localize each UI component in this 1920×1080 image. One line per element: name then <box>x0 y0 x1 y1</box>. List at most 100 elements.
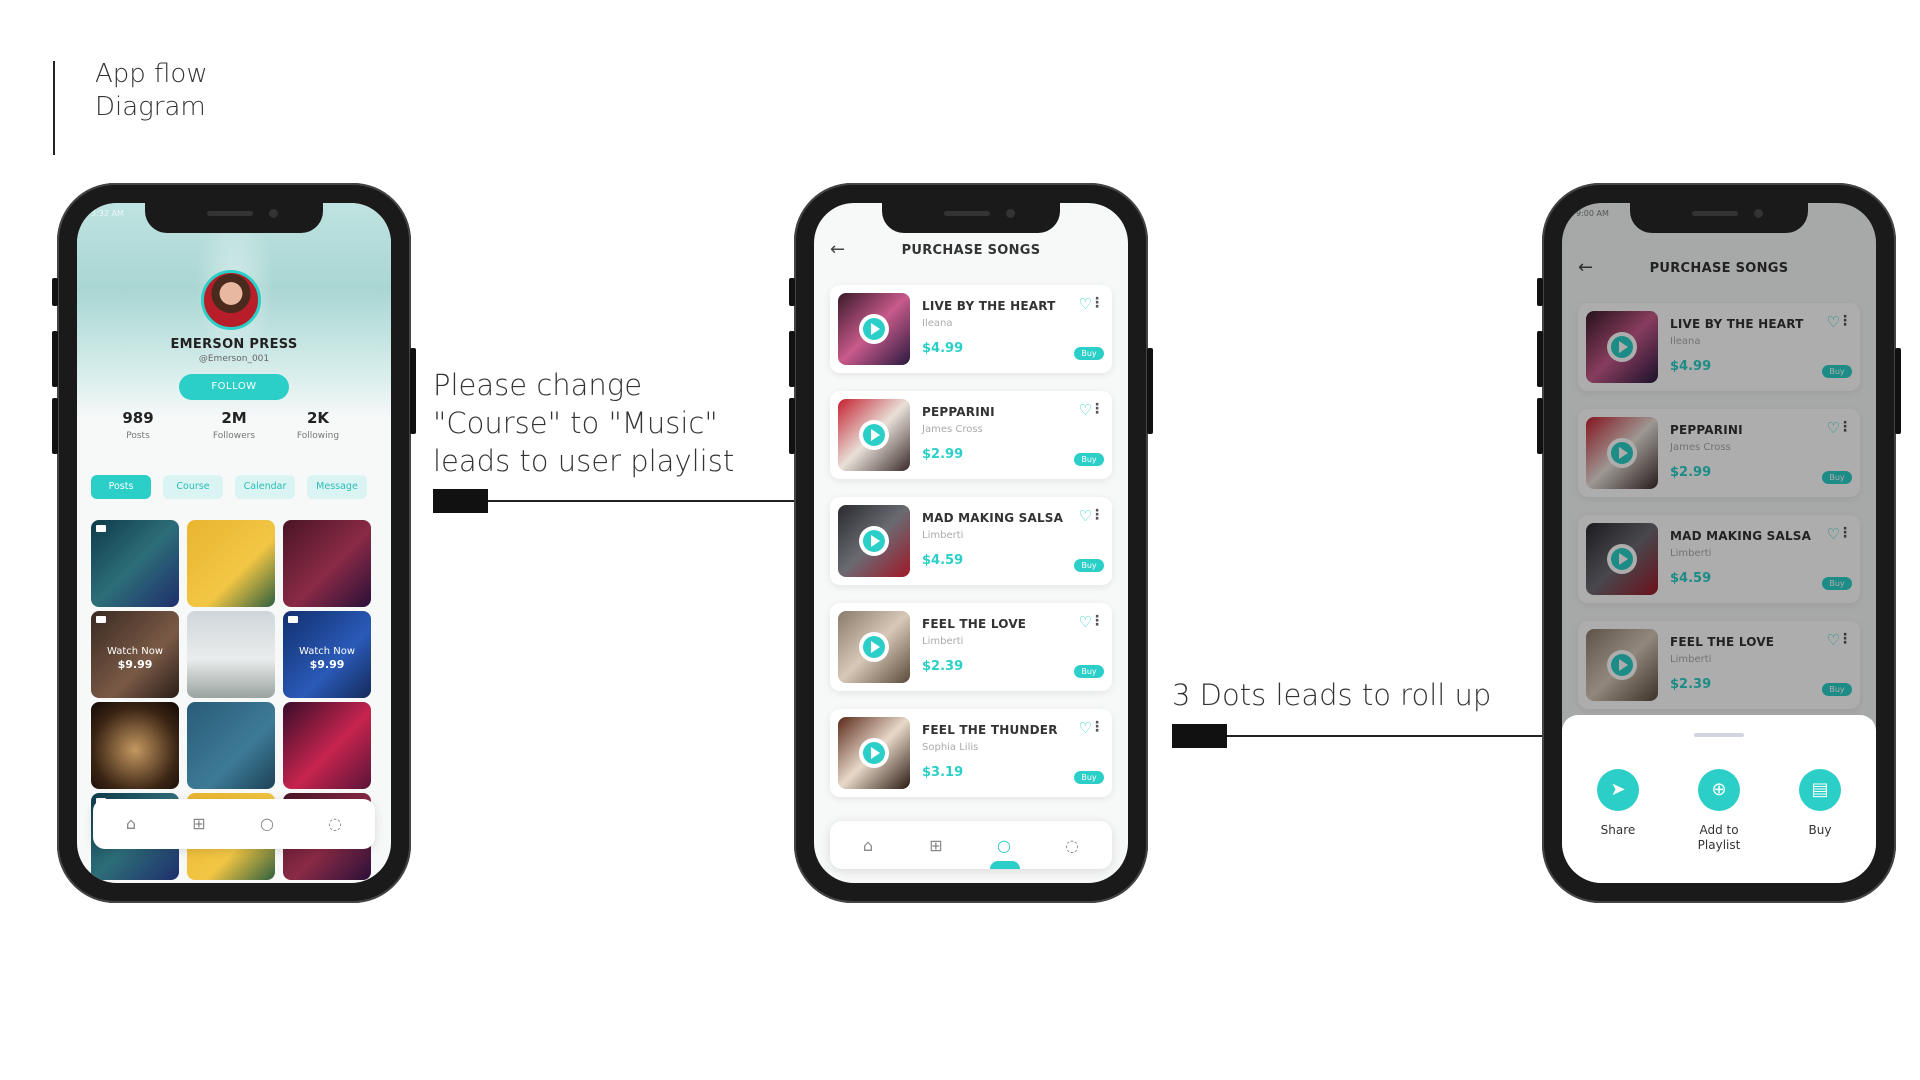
post-tile-watch-now[interactable]: Watch Now $9.99 <box>283 611 371 698</box>
page-title: PURCHASE SONGS <box>901 243 1041 258</box>
add-to-playlist-action[interactable]: ⊕ Add to Playlist <box>1679 769 1759 853</box>
post-tile[interactable] <box>91 702 179 789</box>
more-dots-icon[interactable]: ⋮ <box>1090 719 1104 735</box>
watch-now-price: $9.99 <box>117 658 153 671</box>
three-dots-note: 3 Dots leads to roll up <box>1172 678 1492 712</box>
search-icon[interactable]: ○ <box>257 814 277 834</box>
stat-label: Posts <box>126 431 150 441</box>
purchase-header: ← PURCHASE SONGS <box>814 239 1128 263</box>
song-artist: James Cross <box>922 424 983 435</box>
active-tab-indicator <box>990 861 1020 869</box>
add-to-playlist-label: Add to Playlist <box>1697 823 1741 852</box>
stat-posts: 989 Posts <box>98 409 178 441</box>
bottom-tab-bar: ⌂ ⊞ ○ ◌ <box>830 821 1112 869</box>
post-tile[interactable] <box>283 520 371 607</box>
song-price: $4.59 <box>922 553 964 568</box>
song-title: FEEL THE THUNDER <box>922 723 1058 737</box>
buy-button[interactable]: Buy <box>1074 347 1104 360</box>
song-card[interactable]: LIVE BY THE HEART Ileana $4.99 ♡ ⋮ Buy <box>830 285 1112 373</box>
stat-followers: 2M Followers <box>194 409 274 441</box>
watch-now-price: $9.99 <box>309 658 345 671</box>
song-price: $2.99 <box>922 447 964 462</box>
tab-calendar[interactable]: Calendar <box>235 475 295 499</box>
post-tile[interactable] <box>187 611 275 698</box>
home-icon[interactable]: ⌂ <box>858 836 878 856</box>
song-artist: Sophia Lilis <box>922 742 979 753</box>
post-tile-watch-now[interactable]: Watch Now $9.99 <box>91 611 179 698</box>
tab-posts[interactable]: Posts <box>91 475 151 499</box>
chat-icon[interactable]: ◌ <box>325 814 345 834</box>
post-tile[interactable] <box>187 702 275 789</box>
share-label: Share <box>1600 823 1636 837</box>
phone-purchase-songs: ← PURCHASE SONGS LIVE BY THE HEART Ilean… <box>789 183 1153 903</box>
profile-username: @Emerson_001 <box>198 354 270 364</box>
buy-button[interactable]: Buy <box>1074 665 1104 678</box>
stat-value: 2M <box>221 409 247 427</box>
song-price: $2.39 <box>922 659 964 674</box>
song-title: MAD MAKING SALSA <box>922 511 1064 525</box>
add-icon[interactable]: ⊞ <box>189 814 209 834</box>
follow-button[interactable]: FOLLOW <box>179 374 289 400</box>
song-title: LIVE BY THE HEART <box>922 299 1056 313</box>
more-dots-icon[interactable]: ⋮ <box>1090 507 1104 523</box>
play-icon[interactable] <box>859 526 889 556</box>
phone-profile: 3:32 AM EMERSON PRESS @Emerson_001 FOLLO… <box>52 183 416 903</box>
video-icon <box>288 616 298 623</box>
play-icon[interactable] <box>859 420 889 450</box>
song-thumbnail <box>838 399 910 471</box>
song-thumbnail <box>838 611 910 683</box>
playlist-add-icon: ⊕ <box>1698 769 1740 811</box>
song-artist: Limberti <box>922 530 964 541</box>
more-dots-icon[interactable]: ⋮ <box>1090 295 1104 311</box>
more-dots-icon[interactable]: ⋮ <box>1090 401 1104 417</box>
tab-message[interactable]: Message <box>307 475 367 499</box>
video-icon <box>96 616 106 623</box>
song-artist: Limberti <box>922 636 964 647</box>
avatar[interactable] <box>201 270 261 330</box>
note-marker-1 <box>433 489 488 513</box>
song-thumbnail <box>838 293 910 365</box>
rollup-sheet: ➤ Share ⊕ Add to Playlist ▤ Buy <box>1562 715 1876 883</box>
more-dots-icon[interactable]: ⋮ <box>1090 613 1104 629</box>
phone-rollup: 9:00 AM ← PURCHASE SONGS LIVE BY THE HEA… <box>1537 183 1901 903</box>
purchase-screen: ← PURCHASE SONGS LIVE BY THE HEART Ilean… <box>814 203 1128 883</box>
tab-course[interactable]: Course <box>163 475 223 499</box>
song-title: FEEL THE LOVE <box>922 617 1027 631</box>
song-price: $3.19 <box>922 765 964 780</box>
post-tile[interactable] <box>283 702 371 789</box>
share-action[interactable]: ➤ Share <box>1578 769 1658 838</box>
rollup-screen: 9:00 AM ← PURCHASE SONGS LIVE BY THE HEA… <box>1562 203 1876 883</box>
buy-button[interactable]: Buy <box>1074 559 1104 572</box>
note-marker-2 <box>1172 724 1227 748</box>
play-icon[interactable] <box>859 738 889 768</box>
buy-button[interactable]: Buy <box>1074 453 1104 466</box>
post-tile[interactable] <box>91 520 179 607</box>
song-artist: Ileana <box>922 318 953 329</box>
song-thumbnail <box>838 717 910 789</box>
post-tile[interactable] <box>187 520 275 607</box>
song-card[interactable]: PEPPARINI James Cross $2.99 ♡ ⋮ Buy <box>830 391 1112 479</box>
add-icon[interactable]: ⊞ <box>926 836 946 856</box>
song-card[interactable]: FEEL THE THUNDER Sophia Lilis $3.19 ♡ ⋮ … <box>830 709 1112 797</box>
buy-action[interactable]: ▤ Buy <box>1780 769 1860 838</box>
stat-value: 989 <box>122 409 154 427</box>
stat-value: 2K <box>306 409 330 427</box>
search-icon[interactable]: ○ <box>994 836 1014 856</box>
stat-label: Following <box>296 431 340 441</box>
play-icon[interactable] <box>859 314 889 344</box>
song-thumbnail <box>838 505 910 577</box>
play-icon[interactable] <box>859 632 889 662</box>
buy-button[interactable]: Buy <box>1074 771 1104 784</box>
song-card[interactable]: FEEL THE LOVE Limberti $2.39 ♡ ⋮ Buy <box>830 603 1112 691</box>
home-icon[interactable]: ⌂ <box>121 814 141 834</box>
song-card[interactable]: MAD MAKING SALSA Limberti $4.59 ♡ ⋮ Buy <box>830 497 1112 585</box>
video-icon <box>96 525 106 532</box>
bottom-tab-bar: ⌂ ⊞ ○ ◌ <box>93 799 375 849</box>
heading-divider <box>53 61 55 155</box>
chat-icon[interactable]: ◌ <box>1062 836 1082 856</box>
sheet-handle[interactable] <box>1694 733 1744 737</box>
profile-name: EMERSON PRESS <box>170 337 298 352</box>
diagram-heading: App flow Diagram <box>95 59 208 122</box>
song-price: $4.99 <box>922 341 964 356</box>
connector-line-2 <box>1227 735 1552 737</box>
